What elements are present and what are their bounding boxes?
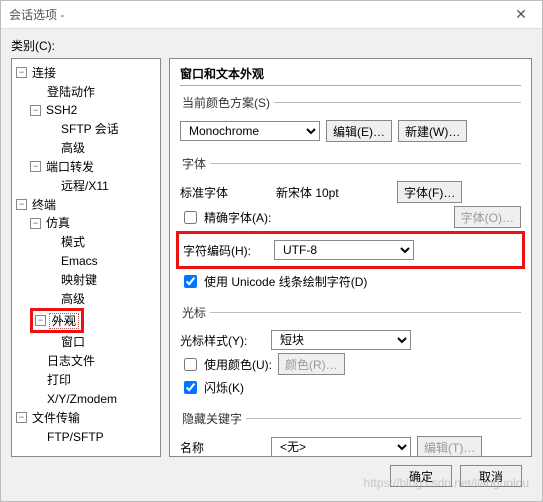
tree-advanced2[interactable]: 高级	[59, 292, 87, 306]
legend-font: 字体	[180, 155, 210, 172]
close-icon[interactable]: ✕	[508, 6, 534, 23]
tree-print[interactable]: 打印	[45, 373, 73, 387]
std-font-label: 标准字体	[180, 184, 265, 201]
font-button[interactable]: 字体(F)…	[397, 181, 462, 203]
legend-scheme: 当前颜色方案(S)	[180, 94, 274, 111]
cursor-style-select[interactable]: 短块	[271, 330, 411, 350]
tree-ftpsftp[interactable]: FTP/SFTP	[45, 430, 106, 444]
blink-checkbox[interactable]	[184, 381, 197, 394]
titlebar: 会话选项 - ✕	[1, 1, 542, 29]
legend-hide: 隐藏关键字	[180, 410, 246, 427]
expand-icon[interactable]: −	[16, 67, 27, 78]
group-font: 字体 标准字体 新宋体 10pt 字体(F)… 精确字体(A): 字体(O)… …	[180, 155, 521, 296]
tree-logfile[interactable]: 日志文件	[45, 354, 97, 368]
tree-terminal[interactable]: 终端	[30, 198, 58, 212]
window-title: 会话选项 -	[9, 6, 508, 23]
expand-icon[interactable]: −	[30, 218, 41, 229]
scheme-new-button[interactable]: 新建(W)…	[398, 120, 467, 142]
unicode-linedraw-checkbox[interactable]	[184, 275, 197, 288]
use-color-label: 使用颜色(U):	[204, 356, 272, 373]
hide-name-select[interactable]: <无>	[271, 437, 411, 457]
encoding-select[interactable]: UTF-8	[274, 240, 414, 260]
font-button-2: 字体(O)…	[454, 206, 521, 228]
group-hide-keyword: 隐藏关键字 名称 <无> 编辑(T)… 样式: 反转影像(V) 粗体(B)	[180, 410, 521, 457]
exact-font-label: 精确字体(A):	[204, 209, 271, 226]
hide-edit-button: 编辑(T)…	[417, 436, 482, 457]
scheme-select[interactable]: Monochrome	[180, 121, 320, 141]
tree-mode[interactable]: 模式	[59, 235, 87, 249]
tree-ssh2[interactable]: SSH2	[44, 103, 79, 117]
ok-button[interactable]: 确定	[390, 465, 452, 487]
tree-connection[interactable]: 连接	[30, 66, 58, 80]
use-color-checkbox[interactable]	[184, 358, 197, 371]
expand-icon[interactable]: −	[35, 315, 46, 326]
tree-emacs[interactable]: Emacs	[59, 254, 100, 268]
tree-remote[interactable]: 远程/X11	[59, 179, 111, 193]
category-tree[interactable]: −连接 登陆动作 −SSH2 SFTP 会话 高级 −端口转发 远程/X11	[11, 58, 161, 457]
expand-icon[interactable]: −	[16, 199, 27, 210]
dialog-buttons: 确定 取消	[11, 457, 532, 493]
highlight-appearance: −外观	[30, 308, 84, 333]
exact-font-checkbox[interactable]	[184, 211, 197, 224]
encoding-label: 字符编码(H):	[183, 242, 268, 259]
tree-sftp-session[interactable]: SFTP 会话	[59, 122, 121, 136]
category-label: 类别(C):	[11, 37, 532, 54]
blink-label: 闪烁(K)	[204, 379, 244, 396]
tree-portfwd[interactable]: 端口转发	[44, 160, 96, 174]
group-color-scheme: 当前颜色方案(S) Monochrome 编辑(E)… 新建(W)…	[180, 94, 521, 147]
legend-cursor: 光标	[180, 304, 210, 321]
dialog-window: 会话选项 - ✕ 类别(C): −连接 登陆动作 −SSH2 SFTP 会话 高…	[0, 0, 543, 502]
tree-login[interactable]: 登陆动作	[45, 85, 97, 99]
unicode-linedraw-label: 使用 Unicode 线条绘制字符(D)	[204, 273, 367, 290]
panel-title: 窗口和文本外观	[180, 65, 521, 86]
tree-window[interactable]: 窗口	[59, 335, 87, 349]
scheme-edit-button[interactable]: 编辑(E)…	[326, 120, 392, 142]
hide-name-label: 名称	[180, 439, 265, 456]
std-font-value: 新宋体 10pt	[271, 182, 391, 202]
group-cursor: 光标 光标样式(Y): 短块 使用颜色(U): 颜色(R)… 闪烁(K)	[180, 304, 521, 402]
tree-advanced[interactable]: 高级	[59, 141, 87, 155]
highlight-encoding-row: 字符编码(H): UTF-8	[176, 231, 525, 269]
cursor-style-label: 光标样式(Y):	[180, 332, 265, 349]
tree-emulation[interactable]: 仿真	[44, 216, 72, 230]
tree-xyzmodem[interactable]: X/Y/Zmodem	[45, 392, 119, 406]
tree-appearance[interactable]: 外观	[49, 313, 79, 329]
settings-panel: 窗口和文本外观 当前颜色方案(S) Monochrome 编辑(E)… 新建(W…	[169, 58, 532, 457]
tree-mapkey[interactable]: 映射键	[59, 273, 99, 287]
expand-icon[interactable]: −	[30, 105, 41, 116]
tree-filetransfer[interactable]: 文件传输	[30, 411, 82, 425]
cancel-button[interactable]: 取消	[460, 465, 522, 487]
cursor-color-button: 颜色(R)…	[278, 353, 345, 375]
expand-icon[interactable]: −	[30, 161, 41, 172]
expand-icon[interactable]: −	[16, 412, 27, 423]
